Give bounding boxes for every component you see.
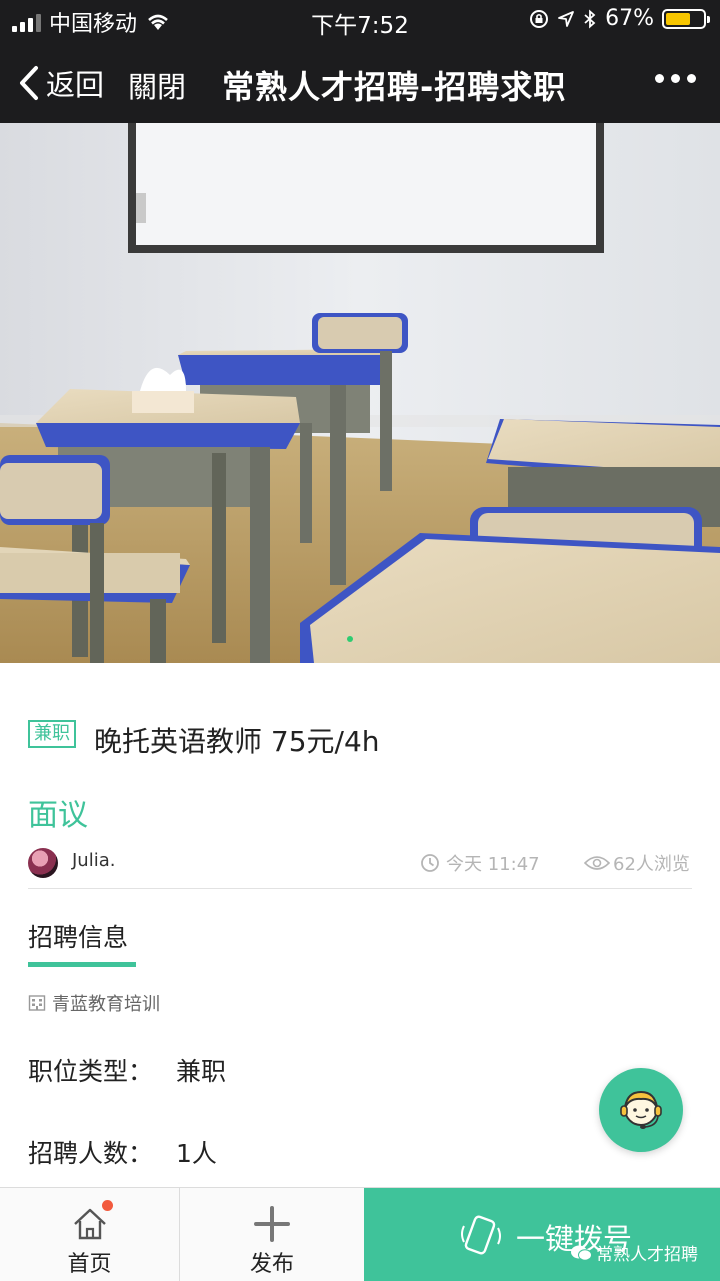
battery-percent: 67%	[605, 6, 654, 31]
info-label: 招聘人数：	[28, 1139, 154, 1168]
watermark-text: 常熟人才招聘	[596, 1245, 698, 1265]
watermark: 常熟人才招聘	[570, 1240, 698, 1265]
job-title: 晚托英语教师 75元/4h	[94, 725, 380, 758]
close-button[interactable]: 關閉	[128, 64, 186, 106]
status-right: 67%	[529, 6, 710, 31]
avatar[interactable]	[28, 848, 58, 878]
eye-icon	[584, 856, 610, 870]
tab-home[interactable]: 首页	[0, 1188, 180, 1281]
bluetooth-icon	[584, 9, 596, 28]
view-count-text: 62人浏览	[613, 854, 690, 875]
building-icon	[28, 995, 46, 1011]
section-title-recruit-info[interactable]: 招聘信息	[28, 918, 128, 954]
more-dots-icon[interactable]	[655, 74, 696, 83]
rotation-lock-icon	[530, 9, 549, 28]
divider	[28, 888, 692, 889]
job-photo	[0, 123, 720, 663]
job-meta-row: Julia. 今天 11:47 62人浏览	[28, 846, 692, 880]
salary-text: 面议	[28, 798, 88, 833]
post-time-text: 今天 11:47	[446, 854, 540, 875]
customer-service-icon	[620, 1090, 662, 1129]
info-value: 1人	[176, 1139, 217, 1168]
battery-level	[666, 12, 691, 25]
one-click-dial-button[interactable]: 一键拨号 常熟人才招聘	[364, 1188, 720, 1281]
info-value: 兼职	[176, 1057, 227, 1086]
info-row-job-type: 职位类型： 兼职	[28, 1052, 226, 1088]
company-name-text: 青蓝教育培训	[52, 994, 160, 1015]
tab-publish[interactable]: 发布	[180, 1188, 364, 1281]
page-title: 常熟人才招聘-招聘求职	[222, 68, 567, 106]
phone-icon	[461, 1215, 501, 1255]
job-type-tag: 兼职	[28, 720, 76, 748]
plus-icon	[254, 1206, 290, 1242]
back-button[interactable]: 返回	[18, 62, 104, 104]
company-name[interactable]: 青蓝教育培训	[28, 990, 160, 1016]
clock-icon	[421, 854, 439, 872]
info-row-headcount: 招聘人数： 1人	[28, 1134, 217, 1170]
customer-service-button[interactable]	[599, 1068, 683, 1152]
wechat-icon	[571, 1245, 592, 1261]
bottom-bar: 首页 发布 一键拨号 常熟人才招聘	[0, 1187, 720, 1281]
status-bar: 中国移动 下午7:52 67%	[0, 0, 720, 40]
nav-bar: 返回 關閉 常熟人才招聘-招聘求职	[0, 40, 720, 123]
tab-publish-label: 发布	[249, 1252, 294, 1277]
back-label: 返回	[46, 68, 105, 102]
classroom-illustration	[0, 123, 720, 663]
location-icon	[558, 10, 574, 27]
chevron-left-icon	[20, 66, 38, 100]
tab-home-label: 首页	[67, 1252, 112, 1277]
section-underline	[28, 962, 136, 967]
battery-icon	[662, 8, 710, 29]
info-label: 职位类型：	[28, 1057, 154, 1086]
post-time: 今天 11:47	[420, 850, 540, 876]
view-count: 62人浏览	[584, 850, 690, 876]
author-name[interactable]: Julia.	[72, 850, 115, 871]
notification-dot	[102, 1200, 113, 1211]
